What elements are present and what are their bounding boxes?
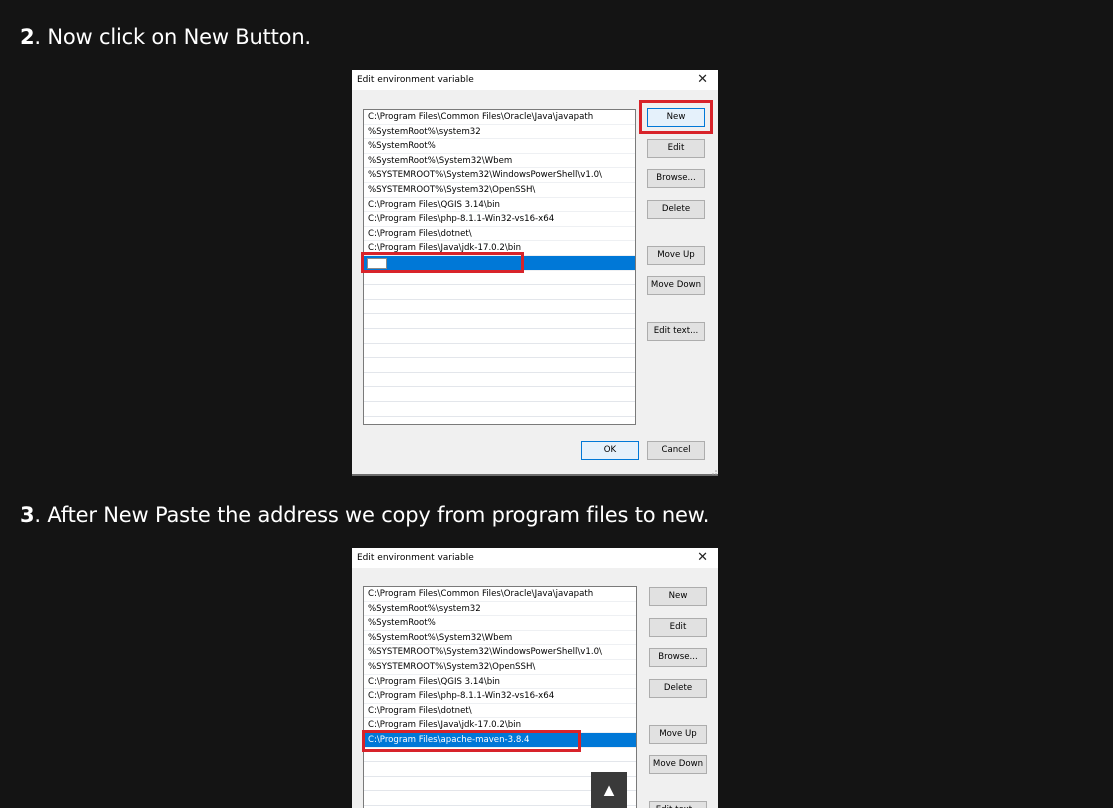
move-up-button[interactable]: Move Up: [647, 246, 705, 265]
dialog-titlebar: Edit environment variable ✕: [352, 70, 718, 90]
highlight-new-entry: [361, 252, 524, 273]
cancel-button[interactable]: Cancel: [647, 441, 705, 460]
list-item[interactable]: %SYSTEMROOT%\System32\WindowsPowerShell\…: [364, 645, 636, 660]
dialog-title: Edit environment variable: [357, 553, 474, 563]
highlight-new-button: [639, 100, 713, 134]
step-2-number: 2: [20, 25, 35, 49]
browse-button[interactable]: Browse...: [647, 169, 705, 188]
empty-row: [364, 402, 635, 417]
list-item[interactable]: C:\Program Files\php-8.1.1-Win32-vs16-x6…: [364, 689, 636, 704]
empty-row: [364, 314, 635, 329]
step-3-instruction: 3. After New Paste the address we copy f…: [20, 503, 709, 527]
list-item[interactable]: %SystemRoot%\System32\Wbem: [364, 631, 636, 646]
dialog-bottom-edge: [352, 474, 718, 476]
browse-button[interactable]: Browse...: [649, 648, 707, 667]
list-item[interactable]: %SystemRoot%\system32: [364, 125, 635, 140]
new-button[interactable]: New: [649, 587, 707, 606]
empty-row: [364, 329, 635, 344]
edit-env-dialog-1: Edit environment variable ✕ C:\Program F…: [352, 70, 718, 476]
close-icon[interactable]: ✕: [697, 550, 708, 565]
list-item[interactable]: %SYSTEMROOT%\System32\WindowsPowerShell\…: [364, 168, 635, 183]
step-2-instruction: 2. Now click on New Button.: [20, 25, 311, 49]
ok-button[interactable]: OK: [581, 441, 639, 460]
move-down-button[interactable]: Move Down: [649, 755, 707, 774]
list-item[interactable]: C:\Program Files\Common Files\Oracle\Jav…: [364, 110, 635, 125]
delete-button[interactable]: Delete: [647, 200, 705, 219]
resize-grip-icon[interactable]: [708, 466, 718, 476]
edit-env-dialog-2: Edit environment variable ✕ C:\Program F…: [352, 548, 718, 808]
edit-button[interactable]: Edit: [647, 139, 705, 158]
list-item[interactable]: C:\Program Files\QGIS 3.14\bin: [364, 675, 636, 690]
dialog-titlebar: Edit environment variable ✕: [352, 548, 718, 568]
dialog-title: Edit environment variable: [357, 75, 474, 85]
list-item[interactable]: C:\Program Files\dotnet\: [364, 704, 636, 719]
step-3-number: 3: [20, 503, 35, 527]
list-item[interactable]: C:\Program Files\php-8.1.1-Win32-vs16-x6…: [364, 212, 635, 227]
edit-text-button[interactable]: Edit text...: [649, 801, 707, 808]
list-item[interactable]: C:\Program Files\dotnet\: [364, 227, 635, 242]
list-item[interactable]: %SYSTEMROOT%\System32\OpenSSH\: [364, 660, 636, 675]
move-up-button[interactable]: Move Up: [649, 725, 707, 744]
delete-button[interactable]: Delete: [649, 679, 707, 698]
empty-row: [364, 344, 635, 359]
empty-row: [364, 300, 635, 315]
edit-button[interactable]: Edit: [649, 618, 707, 637]
list-item[interactable]: C:\Program Files\QGIS 3.14\bin: [364, 198, 635, 213]
step-3-text: . After New Paste the address we copy fr…: [34, 503, 710, 527]
list-item[interactable]: %SystemRoot%\System32\Wbem: [364, 154, 635, 169]
list-item[interactable]: %SystemRoot%\system32: [364, 602, 636, 617]
empty-row: [364, 358, 635, 373]
step-2-text: . Now click on New Button.: [34, 25, 311, 49]
empty-row: [364, 387, 635, 402]
scroll-to-top-button[interactable]: ▲: [591, 772, 627, 808]
close-icon[interactable]: ✕: [697, 72, 708, 87]
edit-text-button[interactable]: Edit text...: [647, 322, 705, 341]
list-item[interactable]: %SYSTEMROOT%\System32\OpenSSH\: [364, 183, 635, 198]
list-item[interactable]: C:\Program Files\Common Files\Oracle\Jav…: [364, 587, 636, 602]
list-item[interactable]: %SystemRoot%: [364, 616, 636, 631]
highlight-new-entry: [362, 730, 581, 752]
empty-row: [364, 373, 635, 388]
list-item[interactable]: %SystemRoot%: [364, 139, 635, 154]
move-down-button[interactable]: Move Down: [647, 276, 705, 295]
empty-row: [364, 285, 635, 300]
